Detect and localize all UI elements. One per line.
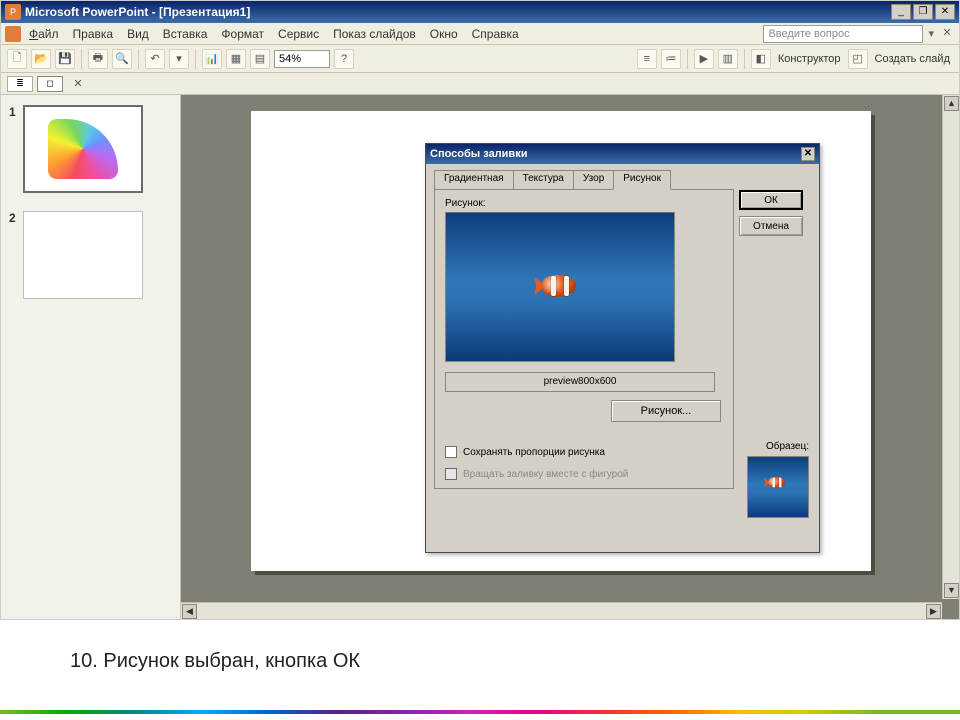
- tab-gradient[interactable]: Градиентная: [434, 170, 514, 190]
- decorative-rainbow-bar: [0, 710, 960, 714]
- slides-panel: 1 2: [1, 95, 181, 619]
- save-icon[interactable]: 💾: [55, 49, 75, 69]
- slide-thumbnail-1[interactable]: [23, 105, 143, 193]
- new-slide-button[interactable]: Создать слайд: [872, 53, 953, 65]
- ask-question-input[interactable]: Введите вопрос: [763, 25, 923, 43]
- slide-thumbnail-2[interactable]: [23, 211, 143, 299]
- lock-aspect-checkbox[interactable]: Сохранять пропорции рисунка: [445, 446, 605, 458]
- picture-label: Рисунок:: [445, 198, 723, 209]
- lesson-caption: 10. Рисунок выбран, кнопка ОК: [70, 650, 360, 673]
- menu-edit[interactable]: Правка: [67, 25, 120, 43]
- numbering-icon[interactable]: ≔: [661, 49, 681, 69]
- powerpoint-icon: P: [5, 4, 21, 20]
- new-slide-icon[interactable]: ◰: [848, 49, 868, 69]
- scroll-right-icon[interactable]: ▶: [926, 604, 941, 619]
- ok-button[interactable]: ОК: [739, 190, 803, 210]
- slides-view-tab[interactable]: ◻: [37, 76, 63, 92]
- menu-tools[interactable]: Сервис: [272, 25, 325, 43]
- thumb-number: 2: [9, 211, 23, 225]
- clownfish-image-small: [764, 475, 789, 490]
- zoom-input[interactable]: 54%: [274, 50, 330, 68]
- undo-icon[interactable]: ↶: [145, 49, 165, 69]
- picture-filename: preview800x600: [445, 372, 715, 392]
- open-icon[interactable]: 📂: [31, 49, 51, 69]
- titlebar: P Microsoft PowerPoint - [Презентация1] …: [1, 1, 959, 23]
- scroll-up-icon[interactable]: ▲: [944, 96, 959, 111]
- menu-file[interactable]: Файл: [23, 25, 65, 43]
- restore-button[interactable]: ❐: [913, 4, 933, 20]
- fill-effects-dialog: Способы заливки ✕ Градиентная Текстура У…: [425, 143, 820, 553]
- dialog-titlebar: Способы заливки ✕: [426, 144, 819, 164]
- clownfish-image: [534, 271, 584, 301]
- sample-label: Образец:: [766, 441, 809, 452]
- tab-texture[interactable]: Текстура: [513, 170, 574, 190]
- doc-close-button[interactable]: ✕: [939, 26, 955, 42]
- minimize-button[interactable]: _: [891, 4, 911, 20]
- redo-icon[interactable]: ▾: [169, 49, 189, 69]
- picture-preview: [445, 212, 675, 362]
- menu-help[interactable]: Справка: [466, 25, 525, 43]
- columns-icon[interactable]: ▥: [718, 49, 738, 69]
- tab-picture[interactable]: Рисунок: [613, 170, 671, 190]
- standard-toolbar: 🗋 📂 💾 🖶 🔍 ↶ ▾ 📊 ▦ ▤ 54% ? ≡ ≔ ▶ ▥ ◧ Конс…: [1, 45, 959, 73]
- increase-indent-icon[interactable]: ▶: [694, 49, 714, 69]
- new-icon[interactable]: 🗋: [7, 49, 27, 69]
- chart-icon[interactable]: 📊: [202, 49, 222, 69]
- select-picture-button[interactable]: Рисунок...: [611, 400, 721, 422]
- menu-view[interactable]: Вид: [121, 25, 155, 43]
- view-tabs: ≣ ◻ ✕: [1, 73, 959, 95]
- dialog-close-button[interactable]: ✕: [801, 147, 815, 161]
- close-button[interactable]: ✕: [935, 4, 955, 20]
- thumb-number: 1: [9, 105, 23, 119]
- horizontal-scrollbar[interactable]: ◀ ▶: [181, 602, 942, 619]
- menu-window[interactable]: Окно: [424, 25, 464, 43]
- pane-close-button[interactable]: ✕: [71, 77, 85, 90]
- help-icon[interactable]: ?: [334, 49, 354, 69]
- menu-slideshow[interactable]: Показ слайдов: [327, 25, 422, 43]
- vertical-scrollbar[interactable]: ▲ ▼: [942, 95, 959, 599]
- design-icon[interactable]: ◧: [751, 49, 771, 69]
- app-title: Microsoft PowerPoint - [Презентация1]: [25, 5, 250, 19]
- dialog-tabs: Градиентная Текстура Узор Рисунок: [434, 170, 811, 190]
- rotate-fill-checkbox: Вращать заливку вместе с фигурой: [445, 468, 628, 480]
- dialog-title: Способы заливки: [430, 148, 527, 160]
- outline-view-tab[interactable]: ≣: [7, 76, 33, 92]
- picture-tab-panel: Рисунок: preview800x600 Рисунок... Сохра…: [434, 189, 734, 489]
- scroll-down-icon[interactable]: ▼: [944, 583, 959, 598]
- table-icon[interactable]: ▦: [226, 49, 246, 69]
- menu-format[interactable]: Формат: [215, 25, 270, 43]
- tables-icon[interactable]: ▤: [250, 49, 270, 69]
- menu-insert[interactable]: Вставка: [157, 25, 214, 43]
- scroll-left-icon[interactable]: ◀: [182, 604, 197, 619]
- doc-icon: [5, 26, 21, 42]
- tab-pattern[interactable]: Узор: [573, 170, 614, 190]
- menubar: Файл Правка Вид Вставка Формат Сервис По…: [1, 23, 959, 45]
- designer-button[interactable]: Конструктор: [775, 53, 844, 65]
- bullets-icon[interactable]: ≡: [637, 49, 657, 69]
- cancel-button[interactable]: Отмена: [739, 216, 803, 236]
- ask-dropdown-icon[interactable]: ▾: [925, 27, 937, 40]
- print-icon[interactable]: 🖶: [88, 49, 108, 69]
- sample-preview: [747, 456, 809, 518]
- preview-icon[interactable]: 🔍: [112, 49, 132, 69]
